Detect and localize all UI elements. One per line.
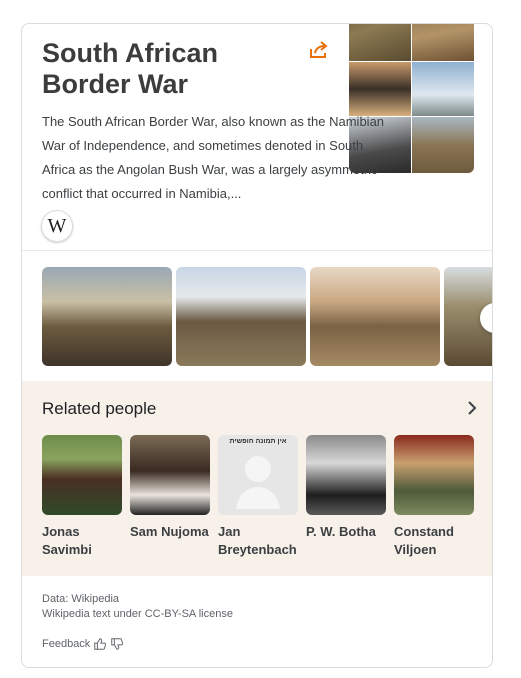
- thumbs-down-icon[interactable]: [110, 637, 124, 651]
- wikipedia-link[interactable]: W: [41, 210, 73, 242]
- related-person[interactable]: Jonas Savimbi: [42, 435, 124, 559]
- collage-photo: [412, 62, 474, 116]
- data-source-text[interactable]: Data: Wikipedia: [42, 592, 233, 607]
- license-text[interactable]: Wikipedia text under CC-BY-SA license: [42, 607, 233, 622]
- person-name: Constand Viljoen: [394, 524, 454, 557]
- avatar: [306, 435, 386, 515]
- feedback-label[interactable]: Feedback: [42, 638, 90, 650]
- person-name: Sam Nujoma: [130, 524, 209, 539]
- attribution: Data: Wikipedia Wikipedia text under CC-…: [42, 592, 233, 622]
- avatar: אין תמונה חופשית: [218, 435, 298, 515]
- related-people-expand[interactable]: [463, 399, 481, 417]
- gallery-photo[interactable]: [176, 267, 306, 366]
- page-title: South African Border War: [42, 38, 219, 99]
- gallery-photo[interactable]: [310, 267, 440, 366]
- avatar: [42, 435, 122, 515]
- collage-photo: [349, 62, 411, 116]
- person-silhouette-icon: [236, 456, 280, 509]
- related-person[interactable]: Sam Nujoma: [130, 435, 212, 541]
- avatar: [130, 435, 210, 515]
- feedback-row: Feedback: [42, 637, 124, 651]
- related-people-section: Related people Jonas Savimbi Sam Nujoma …: [22, 381, 492, 576]
- knowledge-panel: South African Border War The South Afric…: [21, 23, 493, 668]
- gallery-photo[interactable]: [42, 267, 172, 366]
- collage-photo: [349, 24, 411, 61]
- collage-photo: [412, 24, 474, 61]
- related-person[interactable]: אין תמונה חופשית Jan Breytenbach: [218, 435, 300, 559]
- description: The South African Border War, also known…: [42, 114, 385, 201]
- person-name: Jan Breytenbach: [218, 524, 297, 557]
- avatar: [394, 435, 474, 515]
- divider: [22, 250, 492, 251]
- person-name: P. W. Botha: [306, 524, 376, 539]
- share-icon: [310, 41, 328, 58]
- thumbs-up-icon[interactable]: [93, 637, 107, 651]
- share-button[interactable]: [307, 38, 331, 62]
- collage-photo: [412, 117, 474, 173]
- related-person[interactable]: Constand Viljoen: [394, 435, 476, 559]
- placeholder-caption: אין תמונה חופשית: [229, 438, 287, 445]
- wikipedia-icon: W: [47, 214, 67, 237]
- person-name: Jonas Savimbi: [42, 524, 92, 557]
- chevron-right-icon: [488, 311, 493, 325]
- image-strip: [42, 267, 492, 366]
- related-people-heading[interactable]: Related people: [42, 399, 156, 419]
- chevron-right-icon: [468, 401, 477, 415]
- related-person[interactable]: P. W. Botha: [306, 435, 388, 541]
